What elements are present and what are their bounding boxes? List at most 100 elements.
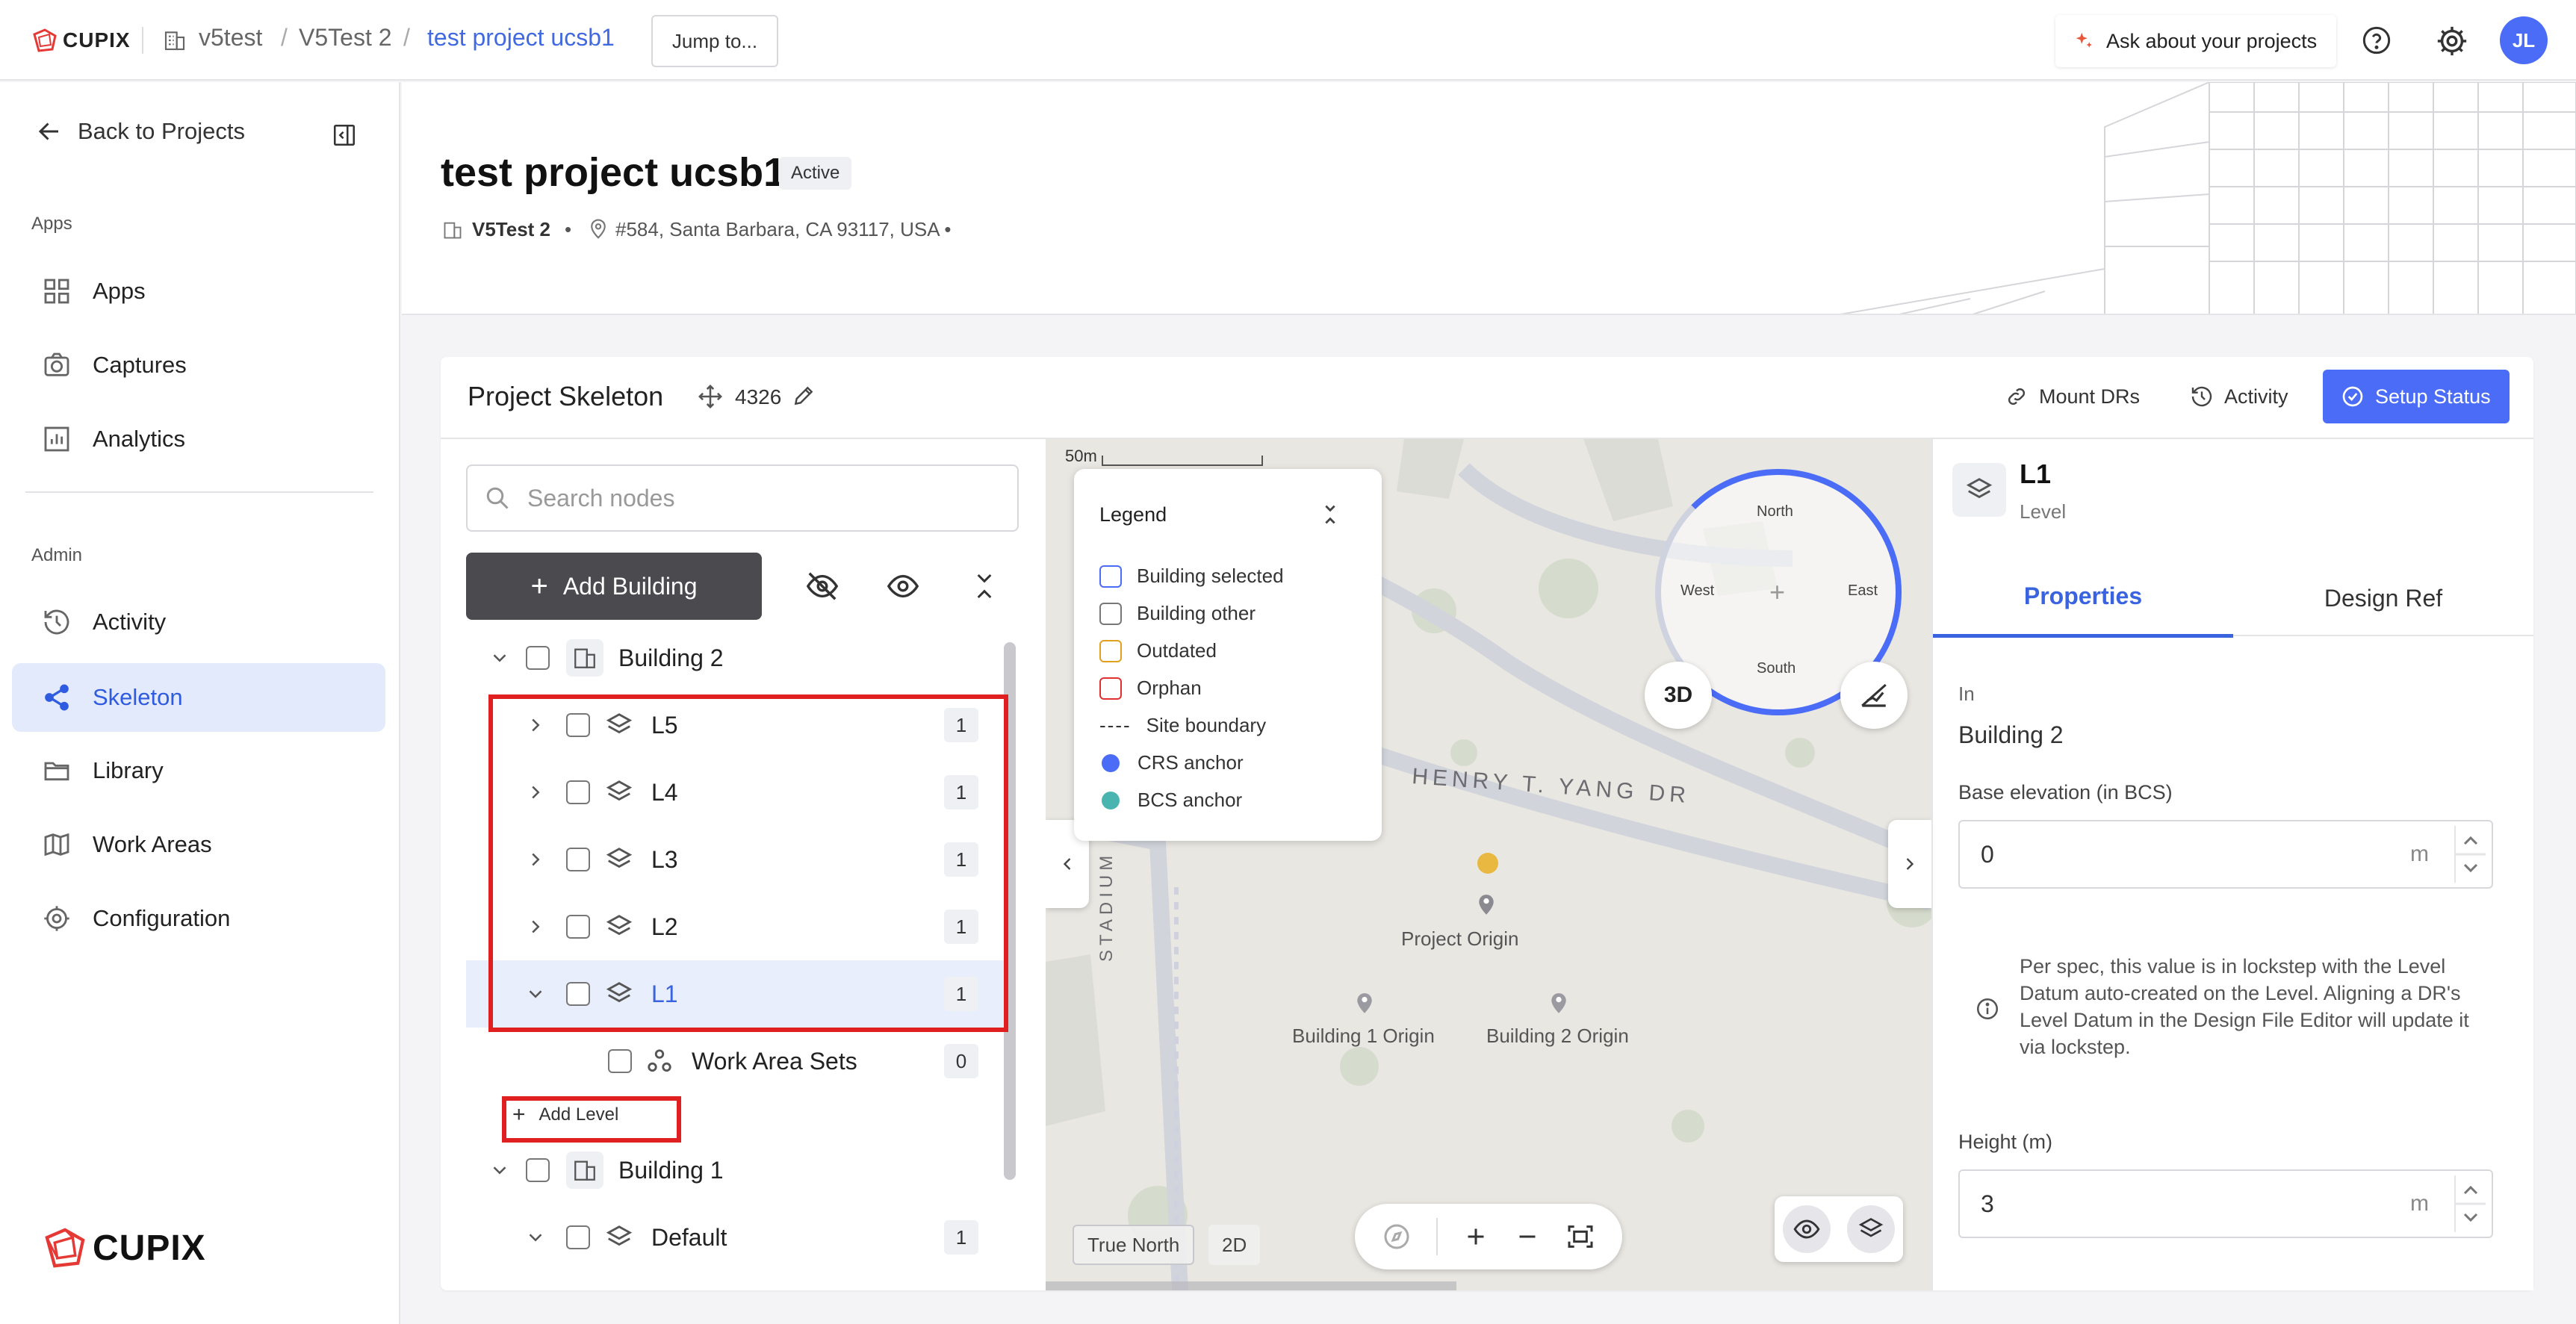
avatar[interactable]: JL: [2500, 16, 2548, 64]
footer-logo: CUPIX: [42, 1225, 206, 1271]
zoom-out-icon[interactable]: [1514, 1223, 1541, 1250]
tree-row-building[interactable]: Building 2: [466, 624, 1005, 691]
compass-east-label: East: [1848, 582, 1878, 599]
logo-text: CUPIX: [63, 28, 131, 52]
chevron-down-icon[interactable]: [524, 1226, 547, 1249]
sidebar-item-captures[interactable]: Captures: [12, 331, 385, 400]
in-value: Building 2: [1958, 721, 2064, 748]
legend-item: CRS anchor: [1099, 751, 1244, 774]
layers-icon: [605, 1223, 633, 1252]
chevron-right-icon: [1906, 858, 1914, 870]
building2-origin-label: Building 2 Origin: [1486, 1025, 1629, 1047]
building1-origin-marker[interactable]: [1353, 989, 1376, 1014]
stepper-arrows-icon: [2456, 836, 2486, 873]
chevron-down-icon[interactable]: [488, 647, 511, 669]
base-elevation-input[interactable]: 0 m: [1958, 820, 2493, 889]
sidebar-item-apps[interactable]: Apps: [12, 257, 385, 326]
building2-origin-marker[interactable]: [1548, 989, 1570, 1014]
status-badge: Active: [779, 157, 852, 190]
checkbox[interactable]: [608, 1049, 632, 1073]
skeleton-icon: [42, 683, 72, 712]
tab-properties[interactable]: Properties: [1933, 559, 2233, 638]
true-north-label: True North: [1087, 1233, 1180, 1256]
map-legend: Legend Building selected Building other …: [1074, 469, 1382, 841]
map-pin-icon: [1551, 993, 1566, 1013]
breadcrumb-group[interactable]: V5Test 2: [299, 24, 392, 52]
tree-row-work-area-sets[interactable]: Work Area Sets 0: [466, 1028, 1005, 1095]
sidebar-item-activity[interactable]: Activity: [12, 588, 385, 656]
edit-pencil-icon[interactable]: [792, 384, 816, 408]
help-icon[interactable]: [2362, 25, 2392, 55]
link-icon: [2008, 388, 2026, 405]
info-icon: [1975, 996, 2000, 1022]
sidebar-item-skeleton[interactable]: Skeleton: [12, 663, 385, 732]
add-building-button[interactable]: + Add Building: [466, 553, 762, 620]
collapse-right-panel-button[interactable]: [1888, 820, 1931, 908]
view-2d-button[interactable]: 2D: [1208, 1225, 1261, 1265]
checkbox[interactable]: [526, 646, 550, 670]
tree-row-level[interactable]: Default 1: [466, 1204, 1005, 1271]
visibility-button[interactable]: [1783, 1205, 1831, 1253]
mount-drs-button[interactable]: Mount DRs: [2005, 370, 2140, 423]
legend-item: Orphan: [1099, 677, 1202, 700]
view-3d-button[interactable]: 3D: [1645, 662, 1712, 729]
camera-icon: [42, 350, 72, 380]
hide-all-icon[interactable]: [804, 569, 841, 603]
collapse-sidebar-icon[interactable]: [332, 122, 357, 148]
legend-item: BCS anchor: [1099, 789, 1242, 812]
legend-label: CRS anchor: [1138, 751, 1244, 774]
true-north-button[interactable]: True North: [1073, 1225, 1195, 1265]
breadcrumb-separator: /: [403, 24, 410, 51]
activity-button[interactable]: Activity: [2190, 370, 2288, 423]
number-stepper[interactable]: [2454, 826, 2486, 883]
collapse-all-icon[interactable]: [969, 569, 999, 603]
sidebar-item-configuration[interactable]: Configuration: [12, 884, 385, 953]
building-icon: [566, 639, 603, 677]
tree-node-label: Work Area Sets: [692, 1047, 857, 1075]
unit-label: m: [2410, 1191, 2429, 1216]
jump-to-button[interactable]: Jump to...: [651, 15, 778, 67]
activity-label: Activity: [2224, 385, 2288, 408]
breadcrumb-org[interactable]: v5test: [199, 24, 262, 52]
tree-row-building[interactable]: Building 1: [466, 1137, 1005, 1204]
project-address: #584, Santa Barbara, CA 93117, USA •: [615, 218, 952, 240]
legend-swatch: [1099, 565, 1122, 588]
compass-north-label: North: [1757, 503, 1793, 520]
search-input[interactable]: Search nodes: [466, 464, 1019, 532]
back-to-projects-link[interactable]: Back to Projects: [36, 118, 245, 145]
fit-view-icon[interactable]: [1565, 1222, 1595, 1252]
compass-icon[interactable]: [1382, 1222, 1412, 1252]
zoom-in-icon[interactable]: [1462, 1223, 1489, 1250]
tab-design-ref[interactable]: Design Ref: [2233, 559, 2533, 638]
legend-item: Outdated: [1099, 639, 1217, 662]
compass-west-label: West: [1680, 582, 1715, 599]
number-stepper[interactable]: [2454, 1175, 2486, 1232]
legend-swatch: [1099, 639, 1122, 662]
layers-button[interactable]: [1847, 1205, 1895, 1253]
ask-ai-button[interactable]: Ask about your projects: [2055, 15, 2336, 67]
sidebar-item-analytics[interactable]: Analytics: [12, 405, 385, 473]
sidebar-item-work-areas[interactable]: Work Areas: [12, 810, 385, 879]
setup-status-button[interactable]: Setup Status: [2323, 370, 2510, 423]
chevron-down-icon[interactable]: [488, 1159, 511, 1181]
unit-label: m: [2410, 842, 2429, 866]
checkbox[interactable]: [566, 1225, 590, 1249]
map-pin-icon: [1357, 993, 1372, 1013]
logo[interactable]: CUPIX: [31, 27, 131, 54]
check-circle-icon: [2342, 386, 2363, 407]
location-pin-icon: [587, 218, 609, 240]
terrain-toggle-button[interactable]: [1840, 662, 1908, 729]
breadcrumb-separator: /: [281, 24, 288, 51]
breadcrumb-project[interactable]: test project ucsb1: [427, 24, 615, 52]
highlight-box-levels: [488, 694, 1008, 1032]
work-area-sets-icon: [645, 1047, 674, 1075]
gear-icon: [42, 904, 72, 933]
collapse-legend-icon[interactable]: [1318, 502, 1343, 527]
building-icon: [442, 220, 463, 240]
checkbox[interactable]: [526, 1158, 550, 1182]
height-input[interactable]: 3 m: [1958, 1169, 2493, 1238]
project-origin-marker[interactable]: [1441, 890, 1531, 916]
settings-gear-icon[interactable]: [2435, 24, 2469, 58]
show-all-icon[interactable]: [884, 569, 922, 603]
sidebar-item-library[interactable]: Library: [12, 736, 385, 805]
